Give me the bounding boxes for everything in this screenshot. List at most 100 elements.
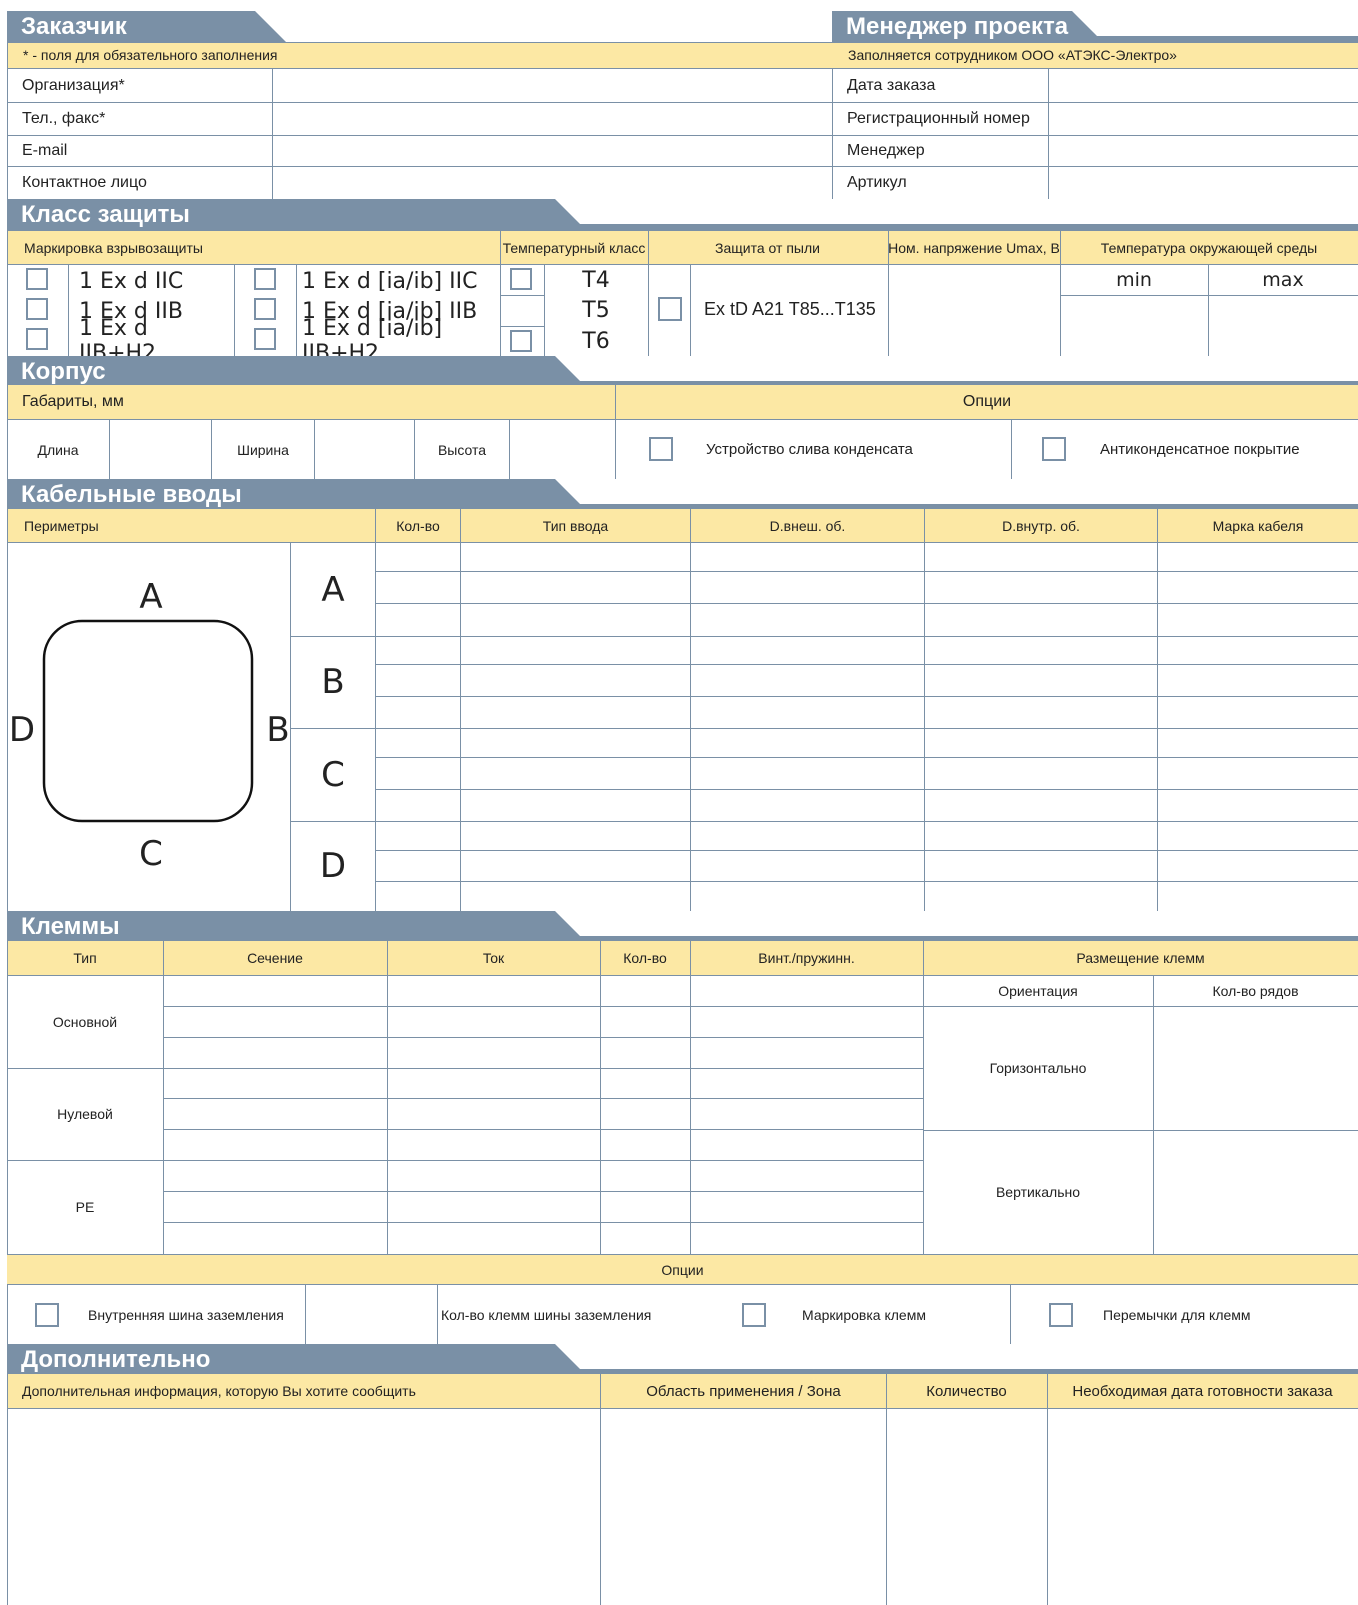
perimeters-header: Периметры [24,517,99,534]
extra-title: Дополнительно [7,1344,587,1376]
extra-header: Дополнительно [7,1344,1358,1376]
customer-title: Заказчик [7,11,287,43]
length-label: Длина [37,441,79,458]
application-zone-header: Область применения / Зона [646,1382,841,1400]
checkbox-t4[interactable] [510,268,532,290]
cable-qty-header: Кол-во [396,517,440,534]
checkbox-exd-iic[interactable] [26,268,48,290]
voltage-header: Ном. напряжение Umax, В [888,239,1060,256]
orientation-vertical: Вертикально [995,1184,1081,1200]
marking-exd-iib-h2: 1 Ex d IIB+H2 [79,316,157,366]
term-type-header: Тип [73,950,97,966]
quantity-header: Количество [926,1382,1007,1400]
checkbox-t6[interactable] [510,330,532,352]
terminals-options-label: Опции [661,1261,704,1278]
diagram-side-c: C [139,834,163,874]
temp-class-t4: T4 [582,267,610,293]
customer-header: Заказчик [7,11,827,43]
checkbox-condensate-drain[interactable] [649,437,673,461]
quantity-field[interactable] [887,1410,1046,1605]
length-field[interactable] [110,421,211,478]
email-label: E-mail [22,141,68,159]
jumpers-label: Перемычки для клемм [1103,1307,1251,1323]
checkbox-jumpers[interactable] [1049,1303,1073,1327]
outer-d-header: D.внеш. об. [769,517,846,534]
temp-class-header: Температурный класс [502,239,646,256]
checkbox-exd-ia-iib[interactable] [254,298,276,320]
marking-exd-iic: 1 Ex d IIC [79,268,184,294]
orientation-header: Ориентация [998,983,1078,999]
height-field[interactable] [510,421,615,478]
height-label: Высота [437,441,487,458]
manager-label: Менеджер [847,141,925,159]
rows-count-header: Кол-во рядов [1212,983,1299,999]
dust-marking: Ex tD A21 T85...T135 [704,298,876,319]
cables-header: Кабельные вводы [7,479,1358,511]
temp-min-field[interactable] [1061,296,1207,356]
width-field[interactable] [315,421,414,478]
orientation-horizontal: Горизонтально [989,1060,1087,1076]
cable-brand-header: Марка кабеля [1212,517,1304,534]
side-d-label: D [319,846,347,886]
checkbox-exd-iib[interactable] [26,298,48,320]
org-label: Организация* [22,76,125,94]
phone-label: Тел., факс* [22,109,106,127]
ground-bus-qty-field[interactable] [306,1286,437,1343]
term-section-header: Сечение [247,950,303,966]
contact-field[interactable] [273,167,832,198]
protection-title: Класс защиты [7,199,587,231]
ground-bus-qty-label: Кол-во клемм шины заземления [441,1307,652,1323]
manager-header: Менеджер проекта [832,11,1358,43]
diagram-side-a: A [139,577,163,617]
terminals-header: Клеммы [7,911,1358,943]
temp-max-field[interactable] [1209,296,1357,356]
temp-min-label: min [1116,269,1152,291]
reg-number-label: Регистрационный номер [847,109,1030,127]
due-date-header: Необходимая дата готовности заказа [1072,1382,1333,1400]
temp-max-label: max [1262,269,1304,291]
condensate-drain-label: Устройство слива конденсата [706,440,913,458]
entry-type-header: Тип ввода [542,517,609,534]
marking-exd-ia-iic: 1 Ex d [ia/ib] IIC [302,268,478,294]
inner-d-header: D.внутр. об. [1002,517,1080,534]
email-field[interactable] [273,136,832,165]
checkbox-exd-ia-iib-h2[interactable] [254,328,276,350]
due-date-field[interactable] [1048,1410,1358,1605]
extra-info-field[interactable] [8,1410,600,1605]
checkbox-exd-ia-iic[interactable] [254,268,276,290]
checkbox-dust[interactable] [658,297,682,321]
terminals-title: Клеммы [7,911,587,943]
term-marking-label: Маркировка клемм [802,1307,926,1323]
phone-field[interactable] [273,103,832,134]
side-a-label: A [321,569,345,610]
contact-label: Контактное лицо [22,173,147,191]
term-screw-header: Винт./пружинн. [758,950,855,966]
ground-bus-label: Внутренняя шина заземления [88,1307,284,1323]
org-field[interactable] [273,70,832,101]
article-label: Артикул [847,173,907,191]
checkbox-exd-iib-h2[interactable] [26,328,48,350]
dust-header: Защита от пыли [715,239,820,256]
housing-options-label: Опции [962,393,1012,410]
manager-note: Заполняется сотрудником ООО «АТЭКС-Элект… [832,42,1358,69]
customer-note: * - поля для обязательного заполнения [7,42,832,69]
housing-outline [42,619,254,823]
checkbox-term-marking[interactable] [742,1303,766,1327]
manager-title: Менеджер проекта [832,11,1104,43]
dims-label: Габариты, мм [22,393,124,410]
term-current-header: Ток [482,950,505,966]
application-zone-field[interactable] [602,1410,885,1605]
temp-class-t5: T5 [582,297,610,323]
term-type-neutral: Нулевой [57,1106,113,1122]
checkbox-ground-bus[interactable] [35,1303,59,1327]
cables-title: Кабельные вводы [7,479,587,511]
width-label: Ширина [237,441,289,458]
term-type-main: Основной [52,1014,118,1030]
anticondensate-label: Антиконденсатное покрытие [1100,440,1300,458]
voltage-field[interactable] [889,266,1059,356]
term-type-pe: PE [75,1199,95,1215]
checkbox-anticondensate[interactable] [1042,437,1066,461]
term-qty-header: Кол-во [623,950,667,966]
order-date-label: Дата заказа [847,76,936,94]
side-c-label: C [321,754,345,795]
